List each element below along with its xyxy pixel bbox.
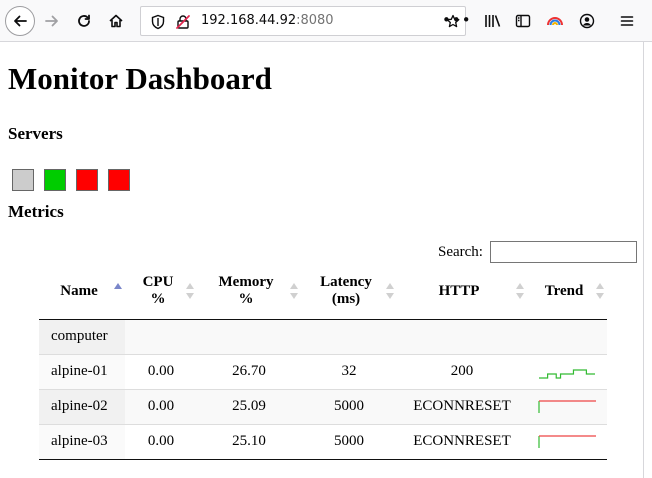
column-label: CPU% — [142, 274, 174, 308]
cell-name: computer — [39, 319, 125, 354]
sort-icon — [516, 282, 524, 300]
cell-trend — [527, 353, 607, 389]
trend-sparkline — [538, 434, 596, 448]
library-button[interactable] — [479, 7, 507, 35]
menu-button[interactable] — [613, 7, 641, 35]
table-row: computer — [39, 319, 607, 354]
column-header-latency[interactable]: Latency (ms) — [301, 264, 397, 320]
cell-trend — [527, 423, 607, 460]
home-icon — [109, 14, 123, 28]
bookmark-star-icon[interactable] — [446, 14, 460, 30]
column-header-cpu[interactable]: CPU% — [125, 264, 197, 320]
library-icon — [485, 15, 501, 27]
window-edge — [643, 42, 644, 478]
cell-name: alpine-03 — [39, 423, 125, 460]
cell-latency: 32 — [301, 353, 397, 389]
cell-trend — [527, 319, 607, 354]
server-status-box[interactable] — [108, 169, 130, 191]
column-label: Name — [60, 282, 98, 299]
search-label: Search: — [438, 243, 483, 260]
cell-cpu — [125, 319, 197, 354]
sort-icon — [386, 282, 394, 300]
metrics-table: Name CPU% Memory% Latency (ms) HTTP Trend — [39, 264, 607, 460]
shield-icon[interactable] — [151, 14, 165, 30]
table-row: alpine-01 0.00 26.70 32 200 — [39, 353, 607, 389]
trend-sparkline — [539, 368, 595, 379]
column-label: Trend — [544, 282, 584, 299]
server-status-list — [12, 169, 130, 191]
url-bar[interactable]: 192.168.44.92:8080 ••• — [140, 6, 471, 36]
column-label: Memory% — [218, 274, 274, 308]
servers-heading: Servers — [8, 124, 63, 143]
account-icon — [579, 13, 595, 29]
arrow-left-icon — [14, 15, 27, 27]
column-header-memory[interactable]: Memory% — [197, 264, 301, 320]
cell-name: alpine-02 — [39, 388, 125, 424]
cell-latency — [301, 319, 397, 354]
sort-icon — [114, 282, 122, 300]
cell-http — [397, 319, 527, 354]
cell-cpu: 0.00 — [125, 353, 197, 389]
table-row: alpine-02 0.00 25.09 5000 ECONNRESET — [39, 388, 607, 424]
search-input[interactable] — [489, 241, 637, 263]
sort-icon — [596, 282, 604, 300]
cell-trend — [527, 388, 607, 424]
reload-icon — [78, 14, 90, 27]
back-button[interactable] — [5, 6, 35, 36]
url-text[interactable]: 192.168.44.92:8080 — [201, 13, 334, 28]
cell-memory — [197, 319, 301, 354]
sidebar-icon — [515, 14, 531, 28]
cell-name: alpine-01 — [39, 353, 125, 389]
browser-toolbar: 192.168.44.92:8080 ••• — [0, 0, 652, 42]
table-row: alpine-03 0.00 25.10 5000 ECONNRESET — [39, 423, 607, 460]
page-title: Monitor Dashboard — [8, 61, 272, 96]
table-search: Search: — [438, 241, 637, 263]
table-header-row: Name CPU% Memory% Latency (ms) HTTP Trend — [39, 264, 607, 320]
column-header-trend[interactable]: Trend — [527, 264, 607, 320]
cell-http: 200 — [397, 353, 527, 389]
trend-sparkline — [538, 399, 596, 413]
cell-http: ECONNRESET — [397, 423, 527, 460]
cell-memory: 25.10 — [197, 423, 301, 460]
cell-memory: 25.09 — [197, 388, 301, 424]
extension-button[interactable] — [541, 7, 569, 35]
arrow-right-icon — [45, 15, 58, 27]
cell-memory: 26.70 — [197, 353, 301, 389]
server-status-box[interactable] — [12, 169, 34, 191]
cell-http: ECONNRESET — [397, 388, 527, 424]
url-host: 192.168.44.92 — [201, 13, 297, 28]
column-label: Latency (ms) — [320, 274, 372, 308]
reload-button[interactable] — [70, 7, 98, 35]
sort-icon — [186, 282, 194, 300]
url-port: :8080 — [296, 13, 334, 28]
cell-cpu: 0.00 — [125, 423, 197, 460]
account-button[interactable] — [573, 7, 601, 35]
cell-latency: 5000 — [301, 388, 397, 424]
hamburger-menu-icon — [620, 16, 634, 26]
column-label: HTTP — [438, 282, 480, 299]
trend-sparkline — [538, 329, 596, 345]
cell-cpu: 0.00 — [125, 388, 197, 424]
home-button[interactable] — [102, 7, 130, 35]
server-status-box[interactable] — [76, 169, 98, 191]
sort-icon — [290, 282, 298, 300]
rainbow-extension-icon — [547, 17, 563, 26]
server-status-box[interactable] — [44, 169, 66, 191]
cell-latency: 5000 — [301, 423, 397, 460]
column-header-name[interactable]: Name — [39, 264, 125, 320]
trend-line — [539, 368, 595, 379]
sidebar-button[interactable] — [509, 7, 537, 35]
metrics-heading: Metrics — [8, 202, 64, 221]
column-header-http[interactable]: HTTP — [397, 264, 527, 320]
forward-button[interactable] — [38, 7, 66, 35]
insecure-lock-icon[interactable] — [175, 14, 191, 30]
